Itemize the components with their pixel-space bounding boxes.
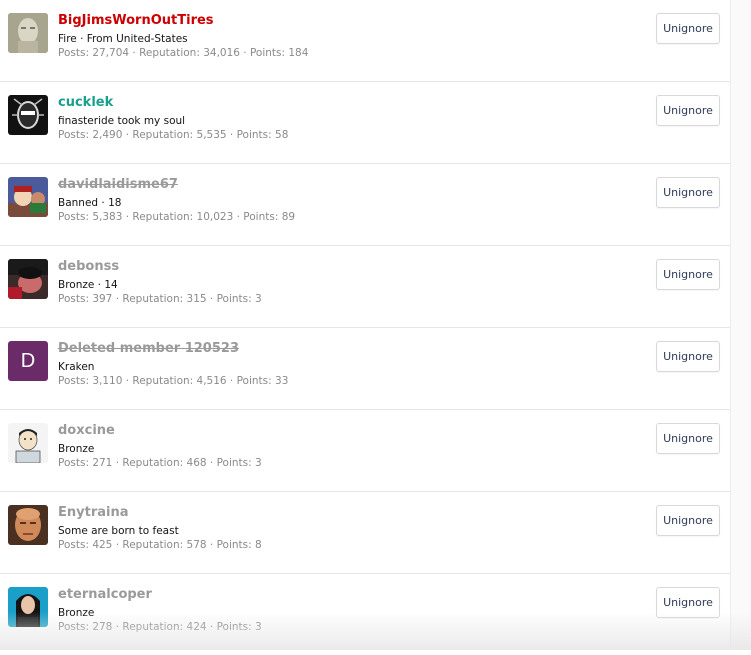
letter-avatar: D: [8, 341, 48, 381]
member-row: Enytraina Some are born to feast Posts: …: [0, 492, 731, 574]
unignore-button[interactable]: Unignore: [656, 341, 720, 372]
user-title: Some are born to feast: [58, 525, 179, 537]
user-title: Bronze · 14: [58, 279, 118, 291]
user-stats: Posts: 397 · Reputation: 315 · Points: 3: [58, 293, 262, 305]
unignore-button[interactable]: Unignore: [656, 587, 720, 618]
user-stats: Posts: 3,110 · Reputation: 4,516 · Point…: [58, 375, 289, 387]
user-title: Bronze: [58, 607, 95, 619]
avatar[interactable]: D: [8, 341, 48, 381]
member-row: BigJimsWornOutTires Fire · From United-S…: [0, 0, 731, 82]
unignore-button[interactable]: Unignore: [656, 13, 720, 44]
ignored-members-list: BigJimsWornOutTires Fire · From United-S…: [0, 0, 731, 655]
member-row: doxcine Bronze Posts: 271 · Reputation: …: [0, 410, 731, 492]
member-row: eternalcoper Bronze Posts: 278 · Reputat…: [0, 574, 731, 655]
username-link[interactable]: doxcine: [58, 423, 115, 439]
unignore-button[interactable]: Unignore: [656, 505, 720, 536]
member-row: debonss Bronze · 14 Posts: 397 · Reputat…: [0, 246, 731, 328]
avatar[interactable]: [8, 505, 48, 545]
member-row: davidlaidisme67 Banned · 18 Posts: 5,383…: [0, 164, 731, 246]
avatar[interactable]: [8, 259, 48, 299]
member-row: D Deleted member 120523 Kraken Posts: 3,…: [0, 328, 731, 410]
username-link[interactable]: BigJimsWornOutTires: [58, 13, 214, 29]
scrollbar[interactable]: [730, 0, 751, 650]
username-link[interactable]: Enytraina: [58, 505, 129, 521]
member-row: cucklek finasteride took my soul Posts: …: [0, 82, 731, 164]
unignore-button[interactable]: Unignore: [656, 177, 720, 208]
username-link[interactable]: Deleted member 120523: [58, 341, 239, 357]
user-title: Bronze: [58, 443, 95, 455]
username-link[interactable]: cucklek: [58, 95, 113, 111]
user-title: finasteride took my soul: [58, 115, 186, 127]
user-stats: Posts: 27,704 · Reputation: 34,016 · Poi…: [58, 47, 309, 59]
user-stats: Posts: 5,383 · Reputation: 10,023 · Poin…: [58, 211, 296, 223]
user-stats: Posts: 2,490 · Reputation: 5,535 · Point…: [58, 129, 289, 141]
avatar[interactable]: [8, 95, 48, 135]
avatar[interactable]: [8, 587, 48, 627]
avatar[interactable]: [8, 177, 48, 217]
avatar[interactable]: [8, 13, 48, 53]
username-link[interactable]: davidlaidisme67: [58, 177, 178, 193]
user-stats: Posts: 425 · Reputation: 578 · Points: 8: [58, 539, 262, 551]
user-stats: Posts: 278 · Reputation: 424 · Points: 3: [58, 621, 262, 633]
unignore-button[interactable]: Unignore: [656, 95, 720, 126]
username-link[interactable]: eternalcoper: [58, 587, 152, 603]
username-link[interactable]: debonss: [58, 259, 119, 275]
unignore-button[interactable]: Unignore: [656, 259, 720, 290]
user-title: Banned · 18: [58, 197, 122, 209]
user-title: Fire · From United-States: [58, 33, 188, 45]
unignore-button[interactable]: Unignore: [656, 423, 720, 454]
user-stats: Posts: 271 · Reputation: 468 · Points: 3: [58, 457, 262, 469]
avatar[interactable]: [8, 423, 48, 463]
user-title: Kraken: [58, 361, 95, 373]
